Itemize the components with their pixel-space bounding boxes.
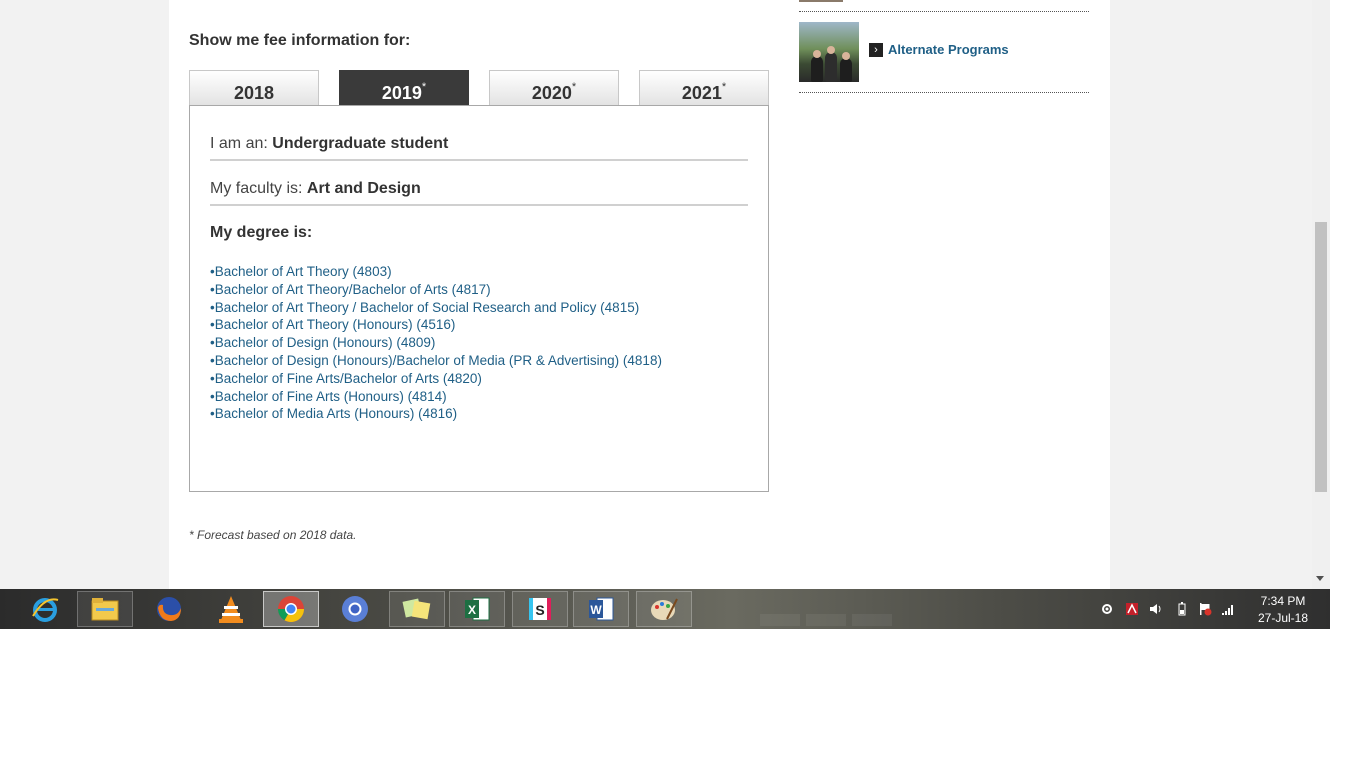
person-figure bbox=[811, 56, 823, 82]
sidebar-divider bbox=[799, 92, 1089, 93]
internet-explorer-icon bbox=[32, 598, 59, 622]
tab-asterisk: * bbox=[421, 81, 427, 93]
word-icon: W bbox=[589, 597, 614, 621]
fee-heading: Show me fee information for: bbox=[189, 32, 411, 49]
tab-2021[interactable]: 2021* bbox=[639, 70, 769, 105]
alternate-programs-link[interactable]: Alternate Programs bbox=[888, 42, 1009, 57]
faculty-label: My faculty is: bbox=[210, 180, 303, 197]
taskbar-app[interactable]: S bbox=[512, 591, 568, 627]
student-type-label: I am an: bbox=[210, 135, 268, 152]
taskbar-app[interactable] bbox=[203, 591, 259, 627]
page-content: Show me fee information for: 2018 2019 * … bbox=[169, 0, 1110, 589]
degree-link[interactable]: Bachelor of Media Arts (Honours) (4816) bbox=[210, 405, 662, 423]
tab-2018[interactable]: 2018 bbox=[189, 70, 319, 105]
taskbar-app[interactable]: W bbox=[573, 591, 629, 627]
person-head bbox=[813, 50, 821, 58]
chevron-right-icon[interactable]: › bbox=[869, 43, 883, 57]
paint-icon bbox=[651, 598, 678, 620]
vlc-icon bbox=[219, 596, 243, 623]
tab-label: 2021 bbox=[681, 83, 722, 103]
taskbar-app[interactable] bbox=[263, 591, 319, 627]
tab-label: 2019 bbox=[381, 83, 422, 103]
person-figure bbox=[840, 58, 852, 82]
browser-viewport: Show me fee information for: 2018 2019 * … bbox=[0, 0, 1330, 589]
degree-link[interactable]: Bachelor of Fine Arts (Honours) (4814) bbox=[210, 388, 662, 406]
tab-2019[interactable]: 2019* bbox=[339, 70, 469, 117]
svg-text:W: W bbox=[590, 603, 602, 617]
firefox-icon bbox=[157, 597, 181, 621]
student-type-row[interactable]: I am an: Undergraduate student bbox=[210, 135, 748, 161]
windows-taskbar: ▬▬▬ X S W 7:34 PM 27-Jul-18 bbox=[0, 589, 1330, 635]
volume-icon[interactable] bbox=[1149, 602, 1163, 616]
tab-label: 2020 bbox=[531, 83, 572, 103]
forecast-note: * Forecast based on 2018 data. bbox=[189, 528, 357, 542]
degree-link[interactable]: Bachelor of Art Theory / Bachelor of Soc… bbox=[210, 299, 662, 317]
fee-panel: I am an: Undergraduate student My facult… bbox=[189, 105, 769, 492]
taskbar-app[interactable] bbox=[327, 591, 383, 627]
person-head bbox=[842, 52, 850, 60]
acrobat-icon[interactable] bbox=[1125, 602, 1139, 616]
taskbar-app[interactable]: X bbox=[449, 591, 505, 627]
degree-list: Bachelor of Art Theory (4803) Bachelor o… bbox=[210, 263, 662, 423]
degree-link[interactable]: Bachelor of Art Theory/Bachelor of Arts … bbox=[210, 281, 662, 299]
previous-thumbnail bbox=[799, 0, 843, 2]
vertical-scrollbar[interactable] bbox=[1312, 0, 1330, 589]
alternate-programs-thumbnail[interactable] bbox=[799, 22, 859, 82]
faculty-value: Art and Design bbox=[306, 180, 421, 197]
wallpaper-watermark: ▬▬▬ bbox=[760, 591, 898, 635]
taskbar-app[interactable] bbox=[389, 591, 445, 627]
taskbar-app[interactable] bbox=[17, 591, 73, 627]
gear-icon[interactable] bbox=[1100, 602, 1114, 616]
person-head bbox=[827, 46, 835, 54]
taskbar-app[interactable] bbox=[141, 591, 197, 627]
battery-icon[interactable] bbox=[1175, 602, 1189, 616]
tab-asterisk: * bbox=[721, 81, 727, 93]
sidebar-divider bbox=[799, 11, 1089, 12]
signal-strength-icon[interactable] bbox=[1221, 602, 1235, 616]
degree-link[interactable]: Bachelor of Art Theory (Honours) (4516) bbox=[210, 316, 662, 334]
degree-link[interactable]: Bachelor of Design (Honours)/Bachelor of… bbox=[210, 352, 662, 370]
degree-label: My degree is: bbox=[210, 224, 313, 241]
degree-link[interactable]: Bachelor of Design (Honours) (4809) bbox=[210, 334, 662, 352]
chrome-icon bbox=[277, 596, 305, 623]
tab-label: 2018 bbox=[233, 83, 275, 103]
chromium-icon bbox=[342, 596, 368, 622]
flag-alert-icon[interactable] bbox=[1198, 602, 1212, 616]
slack-icon: S bbox=[529, 598, 551, 620]
sticky-notes-icon bbox=[402, 598, 431, 620]
tab-2020[interactable]: 2020* bbox=[489, 70, 619, 105]
person-figure bbox=[825, 52, 837, 82]
scroll-down-arrow-icon[interactable] bbox=[1316, 576, 1324, 581]
scrollbar-thumb[interactable] bbox=[1315, 222, 1327, 492]
excel-icon: X bbox=[465, 597, 490, 621]
taskbar-app[interactable] bbox=[636, 591, 692, 627]
clock-date[interactable]: 27-Jul-18 bbox=[1240, 611, 1326, 625]
tab-asterisk: * bbox=[571, 81, 577, 93]
file-explorer-icon bbox=[91, 598, 119, 621]
degree-link[interactable]: Bachelor of Art Theory (4803) bbox=[210, 263, 662, 281]
taskbar-app[interactable] bbox=[77, 591, 133, 627]
degree-link[interactable]: Bachelor of Fine Arts/Bachelor of Arts (… bbox=[210, 370, 662, 388]
student-type-value: Undergraduate student bbox=[272, 135, 449, 152]
svg-text:S: S bbox=[535, 602, 544, 618]
svg-text:X: X bbox=[468, 603, 476, 617]
clock-time[interactable]: 7:34 PM bbox=[1240, 594, 1326, 608]
faculty-row[interactable]: My faculty is: Art and Design bbox=[210, 180, 748, 206]
